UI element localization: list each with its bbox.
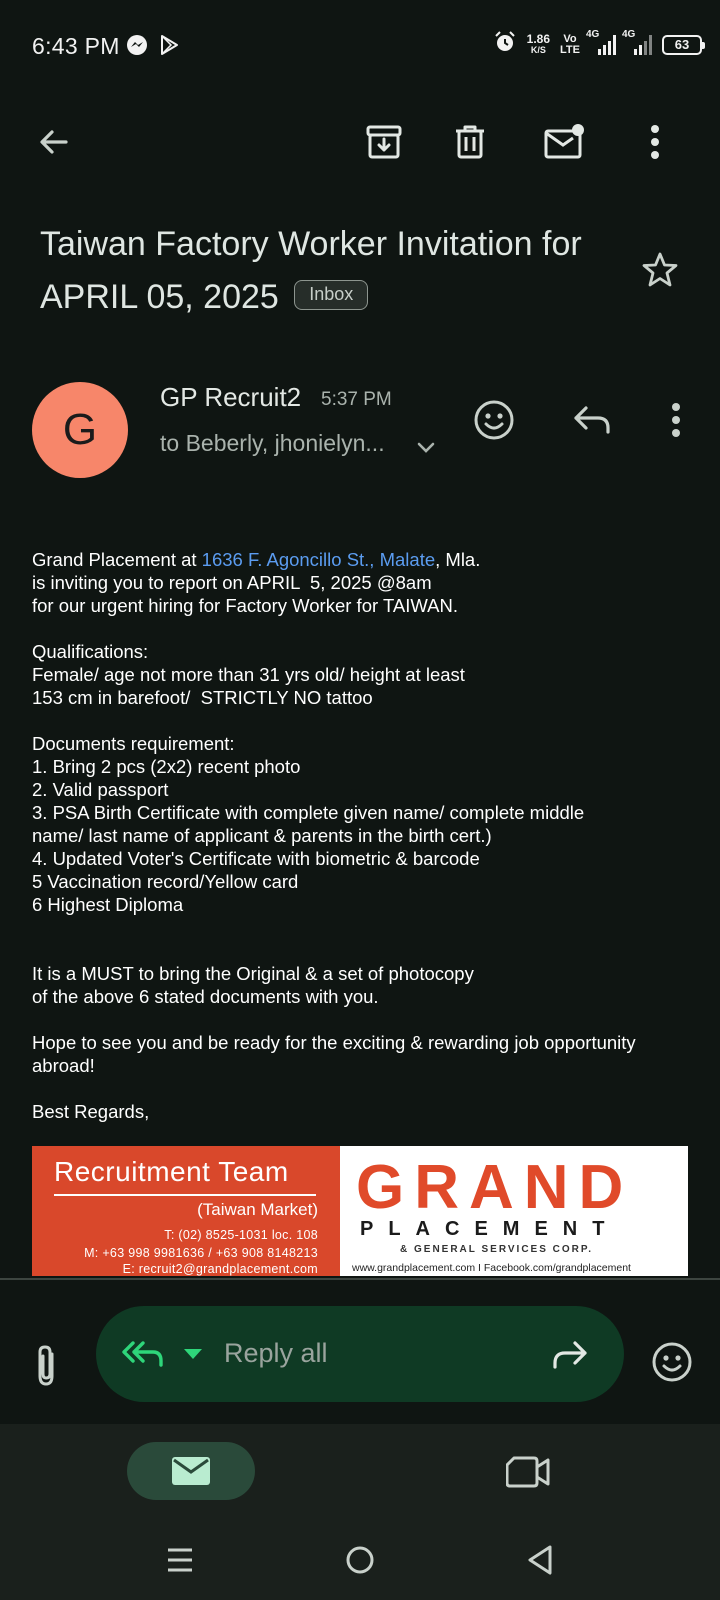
more-vertical-icon [651, 125, 659, 159]
home-circle-icon [346, 1546, 374, 1574]
more-options-button[interactable] [629, 116, 681, 168]
reply-all-label[interactable]: Reply all [224, 1338, 328, 1369]
triangle-back-icon [528, 1545, 552, 1575]
reply-options-dropdown[interactable] [182, 1344, 204, 1364]
body-line: Female/ age not more than 31 yrs old/ he… [32, 664, 465, 685]
address-link[interactable]: 1636 F. Agoncillo St., Malate [202, 549, 435, 570]
forward-icon [553, 1341, 587, 1369]
email-subject: Taiwan Factory Worker Invitation for APR… [40, 218, 620, 324]
body-line: abroad! [32, 1055, 95, 1076]
arrow-left-icon [40, 130, 68, 154]
signal-1-icon: 4G [586, 29, 616, 55]
back-button[interactable] [28, 116, 80, 168]
reply-all-icon [122, 1341, 163, 1367]
list-item: 1. Bring 2 pcs (2x2) recent photo [32, 756, 301, 777]
sender-avatar[interactable]: G [32, 382, 128, 478]
video-icon [506, 1456, 550, 1488]
status-time: 6:43 PM [32, 33, 120, 59]
body-line: Grand Placement at 1636 F. Agoncillo St.… [32, 549, 481, 570]
top-toolbar [0, 100, 720, 184]
bottom-navigation [0, 1424, 720, 1520]
notification-icons [126, 34, 180, 61]
archive-button[interactable] [358, 116, 410, 168]
attach-button[interactable] [22, 1338, 70, 1394]
list-item: 6 Highest Diploma [32, 894, 184, 915]
company-web: www.grandplacement.com I Facebook.com/gr… [352, 1262, 631, 1274]
recent-apps-button[interactable] [152, 1534, 208, 1586]
compose-emoji-button[interactable] [646, 1336, 698, 1388]
more-vertical-icon [672, 403, 680, 437]
alarm-icon [493, 30, 517, 59]
banner-rule [54, 1194, 316, 1196]
paperclip-icon [38, 1345, 54, 1386]
body-line: for our urgent hiring for Factory Worker… [32, 595, 458, 616]
mail-icon [172, 1457, 210, 1485]
mail-unread-icon [544, 124, 584, 159]
body-line: is inviting you to report on APRIL 5, 20… [32, 572, 432, 593]
signal-2-icon: 4G [622, 29, 652, 55]
banner-email: E: recruit2@grandplacement.com [122, 1262, 318, 1276]
reply-icon [574, 406, 610, 434]
body-line: 153 cm in barefoot/ STRICTLY NO tattoo [32, 687, 373, 708]
system-navigation [0, 1520, 720, 1600]
recipients[interactable]: to Beberly, jhonielyn... [160, 430, 385, 457]
banner-tel: T: (02) 8525-1031 loc. 108 [164, 1228, 318, 1242]
banner-team-title: Recruitment Team [54, 1156, 289, 1187]
status-right: 1.86 K/S Vo LTE 4G 4G 63 [493, 29, 705, 59]
list-item: 3. PSA Birth Certificate with complete g… [32, 802, 585, 823]
list-item: 5 Vaccination record/Yellow card [32, 871, 299, 892]
signoff: Best Regards, [32, 1101, 150, 1122]
banner-market: (Taiwan Market) [197, 1200, 318, 1219]
banner-mobile: M: +63 998 9981636 / +63 908 8148213 [84, 1246, 318, 1260]
signature-banner[interactable]: Recruitment Team (Taiwan Market) T: (02)… [32, 1146, 688, 1276]
volte-indicator: Vo LTE [560, 32, 580, 56]
inbox-label-chip[interactable]: Inbox [294, 280, 369, 311]
forward-button[interactable] [546, 1330, 594, 1378]
body-line: Hope to see you and be ready for the exc… [32, 1032, 636, 1053]
company-logo-grand: GRAND [356, 1153, 634, 1222]
menu-icon [168, 1548, 192, 1572]
body-line: of the above 6 stated documents with you… [32, 986, 379, 1007]
body-line: It is a MUST to bring the Original & a s… [32, 963, 474, 984]
reply-all-button[interactable] [120, 1332, 166, 1376]
trash-icon [456, 125, 484, 159]
caret-down-icon [184, 1349, 202, 1359]
nav-mail-tab[interactable] [127, 1442, 255, 1500]
delete-button[interactable] [444, 116, 496, 168]
email-time: 5:37 PM [321, 389, 392, 410]
react-button[interactable] [470, 396, 518, 444]
mark-unread-button[interactable] [538, 116, 590, 168]
system-back-button[interactable] [512, 1534, 568, 1586]
net-speed: 1.86 K/S [526, 31, 551, 55]
banner-logo-panel: GRAND PLACEMENT & GENERAL SERVICES CORP.… [340, 1146, 688, 1276]
star-button[interactable] [636, 246, 684, 294]
emoji-icon [474, 400, 514, 440]
home-button[interactable] [332, 1534, 388, 1586]
list-item: 4. Updated Voter's Certificate with biom… [32, 848, 480, 869]
documents-title: Documents requirement: [32, 733, 235, 754]
email-body: Grand Placement at 1636 F. Agoncillo St.… [32, 548, 692, 1123]
play-store-icon [158, 34, 180, 61]
reply-compose-bar: Reply all [0, 1280, 720, 1424]
star-icon [642, 252, 678, 287]
list-item: 2. Valid passport [32, 779, 169, 800]
reply-all-pill[interactable]: Reply all [96, 1306, 624, 1402]
battery-icon: 63 [662, 34, 705, 55]
expand-details-button[interactable] [412, 434, 440, 462]
messenger-icon [126, 34, 148, 61]
message-more-button[interactable] [652, 396, 700, 444]
sender-name[interactable]: GP Recruit2 [160, 382, 301, 413]
banner-contact-panel: Recruitment Team (Taiwan Market) T: (02)… [32, 1146, 340, 1276]
company-logo-subtitle: & GENERAL SERVICES CORP. [400, 1244, 594, 1255]
list-item: name/ last name of applicant & parents i… [32, 825, 492, 846]
qualifications-title: Qualifications: [32, 641, 149, 662]
company-logo-placement: PLACEMENT [360, 1218, 620, 1240]
chevron-down-icon [417, 442, 435, 453]
emoji-icon [652, 1342, 692, 1382]
archive-icon [366, 125, 402, 159]
battery-level: 63 [674, 37, 690, 52]
nav-meet-tab[interactable] [500, 1444, 556, 1500]
reply-button[interactable] [568, 396, 616, 444]
status-bar: 6:43 PM 1.86 K/S Vo LTE 4G 4G 63 [0, 0, 720, 92]
